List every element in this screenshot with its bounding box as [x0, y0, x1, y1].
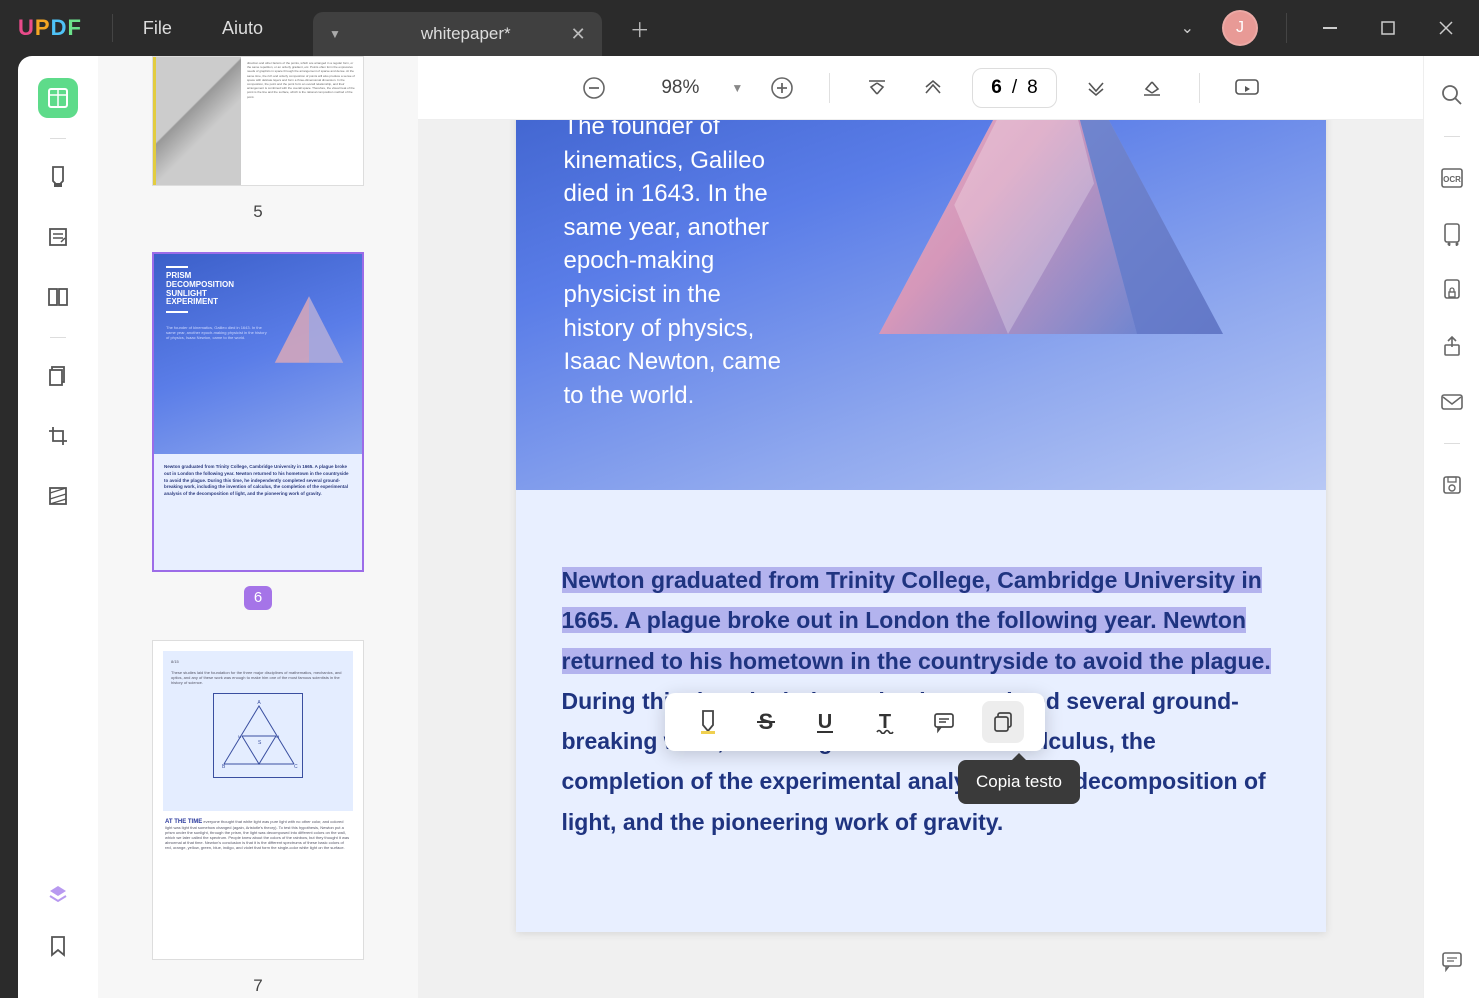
page-layout-button[interactable] [38, 277, 78, 317]
reader-mode-button[interactable] [38, 78, 78, 118]
zoom-in-button[interactable] [765, 71, 799, 105]
underline-button[interactable]: U [804, 701, 846, 743]
page-content: The founder of kinematics, Galileo died … [516, 120, 1326, 932]
ocr-button[interactable]: OCR [1437, 163, 1467, 193]
svg-text:C: C [294, 764, 298, 770]
new-tab-button[interactable]: ＋ [630, 14, 650, 43]
presentation-button[interactable] [1230, 71, 1264, 105]
comment-button[interactable] [1437, 946, 1467, 976]
thumbnail-6-label: 6 [244, 586, 272, 610]
menu-help[interactable]: Aiuto [222, 18, 263, 39]
save-button[interactable] [1437, 470, 1467, 500]
document-toolbar: 98% ▼ 6 / 8 [418, 56, 1423, 120]
zoom-level[interactable]: 98% [661, 77, 699, 99]
zoom-dropdown-icon[interactable]: ▼ [731, 81, 743, 95]
document-tab[interactable]: ▼ whitepaper* ✕ [313, 12, 602, 56]
layers-button[interactable] [38, 874, 78, 914]
crop-tool-button[interactable] [38, 416, 78, 456]
svg-text:U: U [818, 711, 832, 733]
selection-toolbar: S U T [665, 693, 1045, 751]
window-menu-icon[interactable]: ⌄ [1181, 18, 1194, 38]
svg-text:M: M [276, 734, 279, 739]
thumbnail-5-label: 5 [138, 202, 378, 222]
last-page-button[interactable] [1135, 71, 1169, 105]
tooltip: Copia testo [958, 760, 1080, 804]
tab-title: whitepaper* [421, 24, 511, 44]
prev-page-button[interactable] [916, 71, 950, 105]
protect-button[interactable] [1437, 275, 1467, 305]
convert-button[interactable] [1437, 219, 1467, 249]
app-logo: UPDF [18, 15, 82, 41]
thumbnail-page-7[interactable]: 8/15 These studies laid the foundation f… [138, 640, 378, 996]
thumbnail-page-6[interactable]: PRISMDECOMPOSITIONSUNLIGHTEXPERIMENT The… [138, 252, 378, 610]
edit-tool-button[interactable] [38, 217, 78, 257]
thumbnail-page-5[interactable]: direction and other factors of the point… [138, 56, 378, 222]
bookmark-button[interactable] [38, 926, 78, 966]
thumbnail-panel: direction and other factors of the point… [98, 56, 418, 998]
tab-dropdown-icon[interactable]: ▼ [329, 27, 341, 41]
email-button[interactable] [1437, 387, 1467, 417]
svg-text:T: T [879, 711, 891, 733]
thumbnail-7-label: 7 [138, 976, 378, 996]
copy-text-button[interactable] [982, 701, 1024, 743]
first-page-button[interactable] [860, 71, 894, 105]
minimize-button[interactable] [1315, 13, 1345, 43]
zoom-out-button[interactable] [577, 71, 611, 105]
menu-file[interactable]: File [143, 18, 172, 39]
squiggly-button[interactable]: T [864, 701, 906, 743]
svg-text:B: B [222, 764, 226, 770]
redact-tool-button[interactable] [38, 476, 78, 516]
left-tool-rail [18, 56, 98, 998]
svg-text:A: A [257, 700, 261, 706]
search-button[interactable] [1437, 80, 1467, 110]
share-button[interactable] [1437, 331, 1467, 361]
hero-text: The founder of kinematics, Galileo died … [564, 120, 794, 412]
next-page-button[interactable] [1079, 71, 1113, 105]
tab-close-icon[interactable]: ✕ [571, 24, 586, 45]
highlight-tool-button[interactable] [38, 157, 78, 197]
close-button[interactable] [1431, 13, 1461, 43]
prism-image [836, 120, 1266, 420]
organize-pages-button[interactable] [38, 356, 78, 396]
user-avatar[interactable]: J [1222, 10, 1258, 46]
svg-text:M: M [238, 734, 241, 739]
maximize-button[interactable] [1373, 13, 1403, 43]
highlight-color-button[interactable] [686, 701, 728, 743]
svg-text:S: S [258, 740, 262, 746]
right-tool-rail: OCR [1423, 56, 1479, 998]
page-indicator[interactable]: 6 / 8 [972, 68, 1056, 108]
svg-text:OCR: OCR [1443, 175, 1461, 184]
strikethrough-button[interactable]: S [745, 701, 787, 743]
comment-selection-button[interactable] [923, 701, 965, 743]
